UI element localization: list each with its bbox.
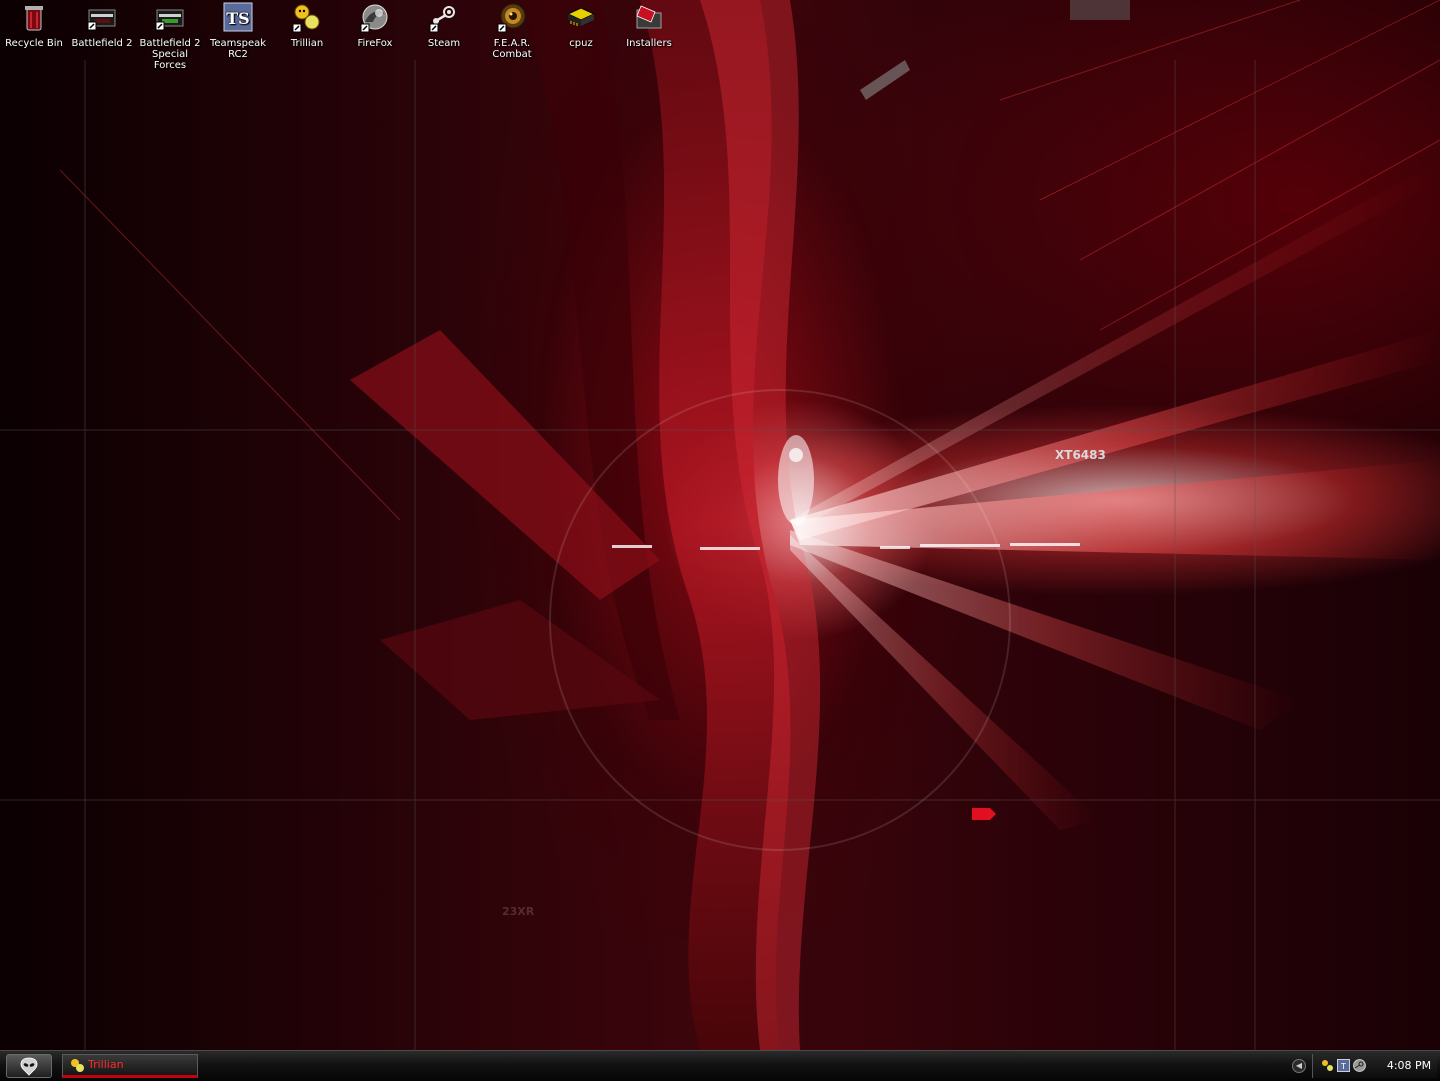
system-tray: T 4:08 PM: [1312, 1054, 1437, 1078]
cpuz-icon: [565, 2, 597, 34]
desktop-icon-label: F.E.A.R. Combat: [492, 38, 532, 60]
trillian-tray-icon[interactable]: [1321, 1059, 1334, 1072]
taskbar-button-label: Trillian: [88, 1058, 124, 1071]
desktop-icon-label: cpuz: [569, 38, 593, 49]
steam-tray-icon[interactable]: [1353, 1059, 1366, 1072]
desktop-icon-label: Installers: [626, 38, 672, 49]
alien-head-icon: [20, 1057, 38, 1076]
svg-text:T: T: [1340, 1062, 1346, 1071]
desktop-icon-label: Steam: [427, 38, 461, 49]
desktop-icon-label: FireFox: [357, 38, 393, 49]
taskbar-clock[interactable]: 4:08 PM: [1383, 1054, 1435, 1078]
desktop-icon-label: Battlefield 2: [71, 38, 133, 49]
desktop-icon-teamspeak[interactable]: TS Teamspeak RC2: [204, 2, 272, 60]
wallpaper-text-xt6483: XT6483: [1055, 448, 1106, 462]
fear-combat-icon: [496, 2, 528, 34]
desktop-icon-firefox[interactable]: FireFox: [341, 2, 409, 49]
trillian-icon: [71, 1059, 84, 1072]
desktop-icon-label: Battlefield 2 Special Forces: [139, 38, 201, 71]
desktop-icon-label: Recycle Bin: [5, 38, 63, 49]
desktop-icon-recycle-bin[interactable]: Recycle Bin: [0, 2, 68, 49]
teamspeak-tray-icon[interactable]: T: [1337, 1059, 1350, 1072]
desktop-icon-trillian[interactable]: Trillian: [273, 2, 341, 49]
desktop-icon-label: Teamspeak RC2: [209, 38, 267, 60]
desktop-icon-installers[interactable]: Installers: [615, 2, 683, 49]
chevron-left-icon[interactable]: ◀: [1292, 1059, 1306, 1073]
installers-folder-icon: [633, 2, 665, 34]
trillian-icon: [291, 2, 323, 34]
desktop-icon-cpuz[interactable]: cpuz: [547, 2, 615, 49]
start-button[interactable]: [6, 1054, 52, 1078]
desktop-icon-battlefield-2[interactable]: Battlefield 2: [68, 2, 136, 49]
desktop: XT6483 23XR Recycle Bin Battlefield 2 Ba…: [0, 0, 1440, 1080]
steam-icon: [428, 2, 460, 34]
taskbar: Trillian ◀ T 4:08 PM: [0, 1050, 1440, 1081]
desktop-icon-steam[interactable]: Steam: [410, 2, 478, 49]
desktop-icon-label: Trillian: [290, 38, 324, 49]
wallpaper: [0, 0, 1440, 1050]
svg-text:TS: TS: [226, 9, 249, 28]
firefox-icon: [359, 2, 391, 34]
battlefield-2-icon: [86, 2, 118, 34]
recycle-bin-icon: [18, 2, 50, 34]
taskbar-button-trillian[interactable]: Trillian: [62, 1054, 198, 1078]
wallpaper-text-23xr: 23XR: [502, 905, 535, 918]
battlefield-2-special-forces-icon: [154, 2, 186, 34]
desktop-icon-battlefield-2-special-forces[interactable]: Battlefield 2 Special Forces: [136, 2, 204, 71]
teamspeak-icon: TS: [222, 2, 254, 34]
desktop-icon-fear-combat[interactable]: F.E.A.R. Combat: [478, 2, 546, 60]
